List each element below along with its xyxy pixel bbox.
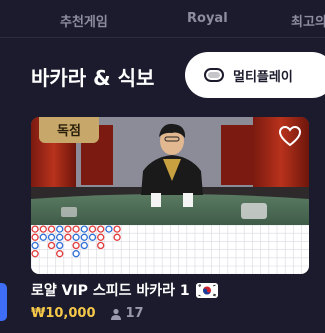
multi-window-icon	[204, 68, 224, 82]
road-bead	[97, 241, 105, 250]
section-title: 바카라 & 식보	[31, 66, 155, 90]
player-count-value: 17	[125, 306, 144, 321]
heart-icon[interactable]	[278, 125, 302, 147]
road-bead	[80, 241, 88, 250]
road-bead	[56, 241, 64, 250]
road-bead	[56, 250, 64, 258]
road-bead	[56, 233, 64, 241]
multi-play-label: 멀티플레이	[233, 69, 293, 85]
road-bead	[39, 225, 47, 233]
top-nav: 추천게임 Royal 최고의	[0, 0, 325, 38]
bead-road-board	[31, 225, 309, 274]
road-bead	[97, 225, 105, 233]
road-bead	[47, 225, 56, 233]
road-bead	[64, 225, 72, 233]
min-bet-price: ₩10,000	[31, 306, 96, 321]
road-bead	[47, 241, 56, 250]
road-bead	[80, 233, 88, 241]
game-meta: ₩10,000 17	[31, 306, 144, 321]
road-bead	[72, 250, 80, 258]
road-bead	[56, 225, 64, 233]
road-bead	[113, 225, 121, 233]
player-count: 17	[110, 306, 144, 321]
road-bead	[105, 225, 113, 233]
game-title[interactable]: 로얄 VIP 스피드 바카라 1	[31, 280, 218, 300]
user-icon	[110, 308, 121, 320]
side-scroll-tab[interactable]	[0, 283, 7, 321]
game-card[interactable]: 독점	[31, 117, 309, 274]
road-bead	[31, 250, 39, 258]
game-name-label: 로얄 VIP 스피드 바카라 1	[31, 283, 190, 299]
road-bead	[31, 233, 39, 241]
nav-tab-recommended[interactable]: 추천게임	[60, 11, 108, 30]
road-bead	[64, 233, 72, 241]
kr-flag-icon	[195, 282, 218, 298]
road-bead	[39, 233, 47, 241]
nav-tab-royal[interactable]: Royal	[187, 11, 228, 26]
road-bead	[97, 233, 105, 241]
multi-play-button[interactable]: 멀티플레이	[185, 52, 325, 98]
road-bead	[47, 233, 56, 241]
road-bead	[72, 241, 80, 250]
exclusive-badge: 독점	[39, 117, 99, 143]
road-bead	[113, 233, 121, 241]
road-bead	[72, 225, 80, 233]
road-bead	[31, 225, 39, 233]
road-bead	[72, 233, 80, 241]
road-bead	[80, 225, 88, 233]
nav-tab-best[interactable]: 최고의	[291, 11, 325, 30]
road-bead	[88, 225, 97, 233]
road-bead	[88, 233, 97, 241]
road-bead	[31, 241, 39, 250]
